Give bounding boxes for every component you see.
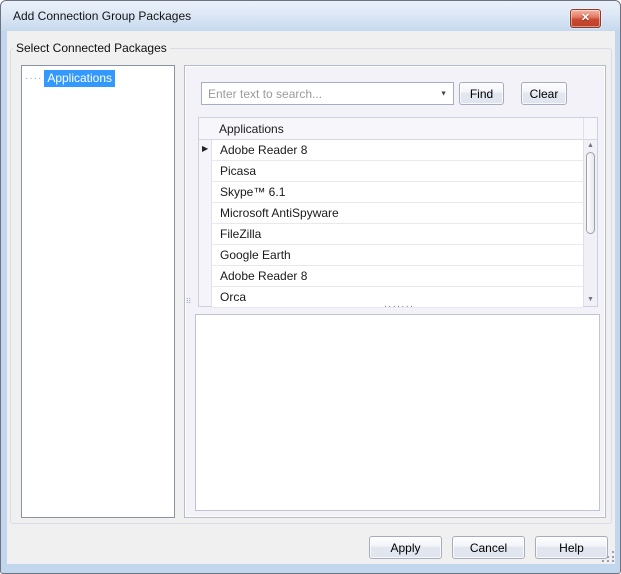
close-icon: ✕: [581, 12, 590, 24]
groupbox-label: Select Connected Packages: [13, 41, 170, 56]
current-row-indicator-icon: ▶: [202, 145, 208, 153]
packages-tree: ···· Applications: [21, 65, 175, 518]
title-bar[interactable]: Add Connection Group Packages ✕: [1, 1, 620, 31]
resize-grip-icon: [602, 550, 616, 563]
tree-item-applications[interactable]: ···· Applications: [25, 70, 115, 87]
grid-row[interactable]: Adobe Reader 8: [212, 266, 583, 287]
column-header-applications[interactable]: Applications: [219, 118, 284, 140]
grid-row[interactable]: Skype™ 6.1: [212, 182, 583, 203]
grid-row[interactable]: FileZilla: [212, 224, 583, 245]
details-panel: [195, 314, 600, 511]
tree-item-label: Applications: [44, 70, 115, 87]
clear-button[interactable]: Clear: [521, 82, 567, 105]
tree-lines-icon: ····: [25, 73, 42, 84]
grid-row[interactable]: Microsoft AntiSpyware: [212, 203, 583, 224]
grid-row[interactable]: Adobe Reader 8: [212, 140, 583, 161]
chevron-down-icon[interactable]: ▼: [440, 90, 447, 97]
grid-row[interactable]: Google Earth: [212, 245, 583, 266]
search-input[interactable]: [202, 83, 453, 104]
window-title: Add Connection Group Packages: [13, 1, 191, 31]
vertical-scrollbar[interactable]: ▲ ▼: [583, 140, 597, 306]
grid-header-spacer: [583, 118, 597, 140]
search-combobox[interactable]: ▼: [201, 82, 454, 105]
scroll-up-icon[interactable]: ▲: [584, 140, 597, 152]
help-button[interactable]: Help: [535, 536, 608, 559]
row-indicator-column: [199, 140, 212, 306]
apply-button[interactable]: Apply: [369, 536, 442, 559]
grid-row[interactable]: Picasa: [212, 161, 583, 182]
find-button[interactable]: Find: [459, 82, 504, 105]
scrollbar-thumb[interactable]: [586, 152, 595, 234]
applications-grid: Applications ▶ Adobe Reader 8 Picasa Sky…: [198, 117, 598, 307]
grid-header-row: Applications: [199, 118, 597, 140]
dialog-window: Add Connection Group Packages ✕ Select C…: [0, 0, 621, 574]
cancel-button[interactable]: Cancel: [452, 536, 525, 559]
horizontal-splitter[interactable]: ·······: [376, 304, 422, 312]
scroll-down-icon[interactable]: ▼: [584, 294, 597, 306]
splitter-grip-icon[interactable]: ⁞⁞: [186, 298, 192, 316]
close-button[interactable]: ✕: [570, 9, 601, 28]
resize-grip[interactable]: [602, 550, 616, 563]
screen: Add Connection Group Packages ✕ Select C…: [0, 0, 621, 574]
